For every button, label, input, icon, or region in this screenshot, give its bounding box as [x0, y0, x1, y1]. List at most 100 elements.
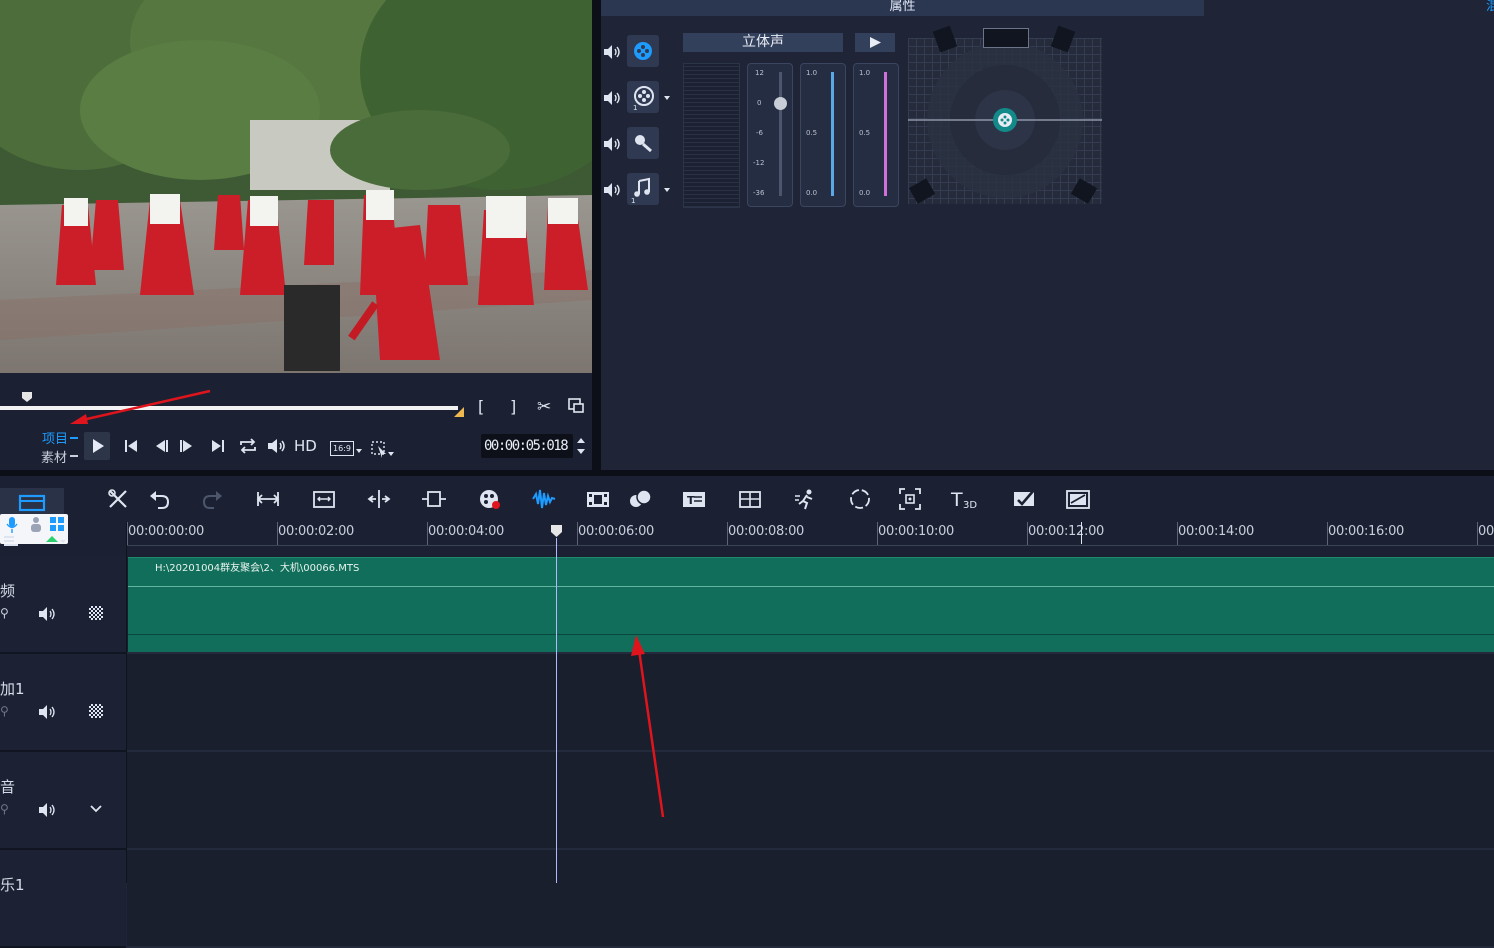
grid-icon[interactable] — [737, 486, 763, 512]
mark-in-icon[interactable]: [ — [478, 397, 484, 416]
overlay-track-select[interactable]: 1 — [627, 81, 659, 113]
fit-window-icon[interactable] — [311, 486, 337, 512]
cut-clip-icon[interactable]: ✂ — [537, 397, 551, 417]
mixer-tab-label[interactable]: 混 — [1486, 0, 1494, 14]
mix-tools-icon[interactable] — [105, 486, 131, 512]
clip-label: H:\20201004群友聚会\2、大机\00066.MTS — [155, 563, 360, 574]
next-frame-icon[interactable] — [178, 437, 196, 455]
slideshow-icon[interactable] — [1065, 486, 1091, 512]
video-track-select[interactable] — [627, 35, 659, 67]
volume-icon[interactable] — [266, 437, 288, 455]
motion-tracking-icon[interactable] — [793, 486, 819, 512]
music-track-lane[interactable] — [127, 850, 1494, 948]
music-track-dropdown-icon[interactable] — [664, 188, 670, 192]
scrub-end-marker[interactable] — [454, 407, 464, 417]
voice-track-lane[interactable] — [127, 752, 1494, 850]
split-icon[interactable] — [366, 486, 392, 512]
right-tick-0: 0.0 — [859, 189, 871, 197]
aspect-ratio-dropdown[interactable]: 16:9 — [330, 441, 354, 456]
ruler-label-12s: 00:00:12:00 — [1028, 524, 1105, 539]
ruler-marker — [1081, 522, 1082, 544]
left-level-bar — [831, 72, 834, 196]
video-track-volume-icon[interactable] — [603, 43, 621, 61]
music-track-header[interactable]: 音乐1 — [0, 850, 126, 948]
aspect-dropdown-arrow-icon[interactable] — [356, 449, 362, 453]
link-icon[interactable]: ⚲ — [0, 606, 9, 620]
ruler-tick — [427, 522, 428, 546]
right-tick-1: 1.0 — [859, 69, 871, 77]
3d-title-icon[interactable]: T 3D — [950, 486, 977, 512]
video-track-header[interactable]: 视频 ⚲ — [0, 556, 126, 654]
mode-project-tab[interactable]: 项目 — [42, 428, 68, 447]
db-tick-0: 0 — [757, 99, 762, 107]
rotate-icon[interactable] — [847, 486, 873, 512]
go-to-start-icon[interactable] — [122, 437, 140, 455]
track-expand-icon[interactable] — [89, 804, 103, 814]
repeat-icon[interactable] — [238, 437, 258, 455]
left-tick-1: 1.0 — [806, 69, 818, 77]
stereo-mode-dropdown[interactable]: 立体声 — [683, 33, 843, 52]
playhead-handle[interactable] — [550, 524, 563, 538]
voice-track-select[interactable] — [627, 127, 659, 159]
play-button[interactable] — [84, 432, 110, 460]
audio-waveform-icon[interactable] — [531, 486, 557, 512]
hd-toggle[interactable]: HD — [294, 437, 317, 455]
volume-db-slider[interactable]: 12 0 -6 -12 -36 — [747, 63, 793, 207]
overlay-track-dropdown-icon[interactable] — [664, 96, 670, 100]
track-name-voice: 声音 — [0, 778, 16, 796]
go-to-end-icon[interactable] — [209, 437, 227, 455]
mixer-play-button[interactable] — [855, 33, 895, 52]
svg-text:1: 1 — [631, 197, 635, 205]
track-visibility-icon[interactable] — [89, 606, 103, 620]
music-track-volume-icon[interactable] — [603, 181, 621, 199]
ruler-label-0: 00:00:00:00 — [128, 524, 205, 539]
overlay-track-volume-icon[interactable] — [603, 89, 621, 107]
link-icon[interactable]: ⚲ — [0, 802, 9, 816]
mark-out-icon[interactable]: ] — [510, 397, 516, 416]
scrub-handle[interactable] — [21, 391, 33, 403]
preview-divider[interactable] — [592, 0, 601, 470]
timecode-stepper-icon[interactable] — [576, 435, 586, 457]
resize-icon[interactable] — [421, 486, 447, 512]
right-level-slider[interactable]: 1.0 0.5 0.0 — [853, 63, 899, 207]
track-mute-icon[interactable] — [38, 704, 56, 720]
track-visibility-icon[interactable] — [89, 704, 103, 718]
color-palette-icon[interactable] — [477, 486, 503, 512]
ruler-label-4s: 00:00:04:00 — [428, 524, 505, 539]
overlay-track-lane[interactable] — [127, 654, 1494, 752]
ruler-label-16s: 00:00:16:00 — [1328, 524, 1405, 539]
db-tick-minus6: -6 — [756, 129, 763, 137]
video-clip[interactable]: H:\20201004群友聚会\2、大机\00066.MTS — [128, 557, 1494, 652]
film-reel-overlay-icon: 1 — [633, 86, 654, 112]
link-icon[interactable]: ⚲ — [0, 704, 9, 718]
surround-panner[interactable] — [908, 25, 1102, 204]
track-mute-icon[interactable] — [38, 802, 56, 818]
track-name-music1: 音乐1 — [0, 876, 25, 894]
overlay-track-header[interactable]: 叠加1 ⚲ — [0, 654, 126, 752]
mode-clip-tab[interactable]: 素材 — [41, 447, 67, 466]
clip-audio-divider-lower — [128, 634, 1494, 635]
redo-icon[interactable] — [200, 486, 226, 512]
track-mute-icon[interactable] — [38, 606, 56, 622]
mask-icon[interactable] — [1012, 486, 1038, 512]
microphone-icon — [635, 135, 652, 153]
db-slider-thumb[interactable] — [774, 97, 787, 110]
crop-selection-icon[interactable] — [370, 440, 396, 460]
music-track-select[interactable]: 1 — [627, 173, 659, 205]
copy-clip-icon[interactable] — [567, 397, 585, 415]
voice-track-volume-icon[interactable] — [603, 135, 621, 153]
ruler-label-14s: 00:00:14:00 — [1178, 524, 1255, 539]
fit-project-icon[interactable] — [255, 486, 281, 512]
clip-audio-divider — [128, 586, 1494, 587]
timecode-display[interactable]: 00:00:05:018 — [481, 434, 573, 458]
undo-icon[interactable] — [146, 486, 172, 512]
playhead-line[interactable] — [556, 538, 557, 883]
film-strip-icon[interactable] — [585, 486, 611, 512]
title-icon[interactable]: T — [681, 486, 707, 512]
capture-icon[interactable] — [897, 486, 923, 512]
previous-frame-icon[interactable] — [152, 437, 170, 455]
motion-icon[interactable] — [627, 486, 653, 512]
voice-track-header[interactable]: 声音 ⚲ — [0, 752, 126, 850]
music-note-icon: 1 — [631, 177, 650, 205]
left-level-slider[interactable]: 1.0 0.5 0.0 — [800, 63, 846, 207]
